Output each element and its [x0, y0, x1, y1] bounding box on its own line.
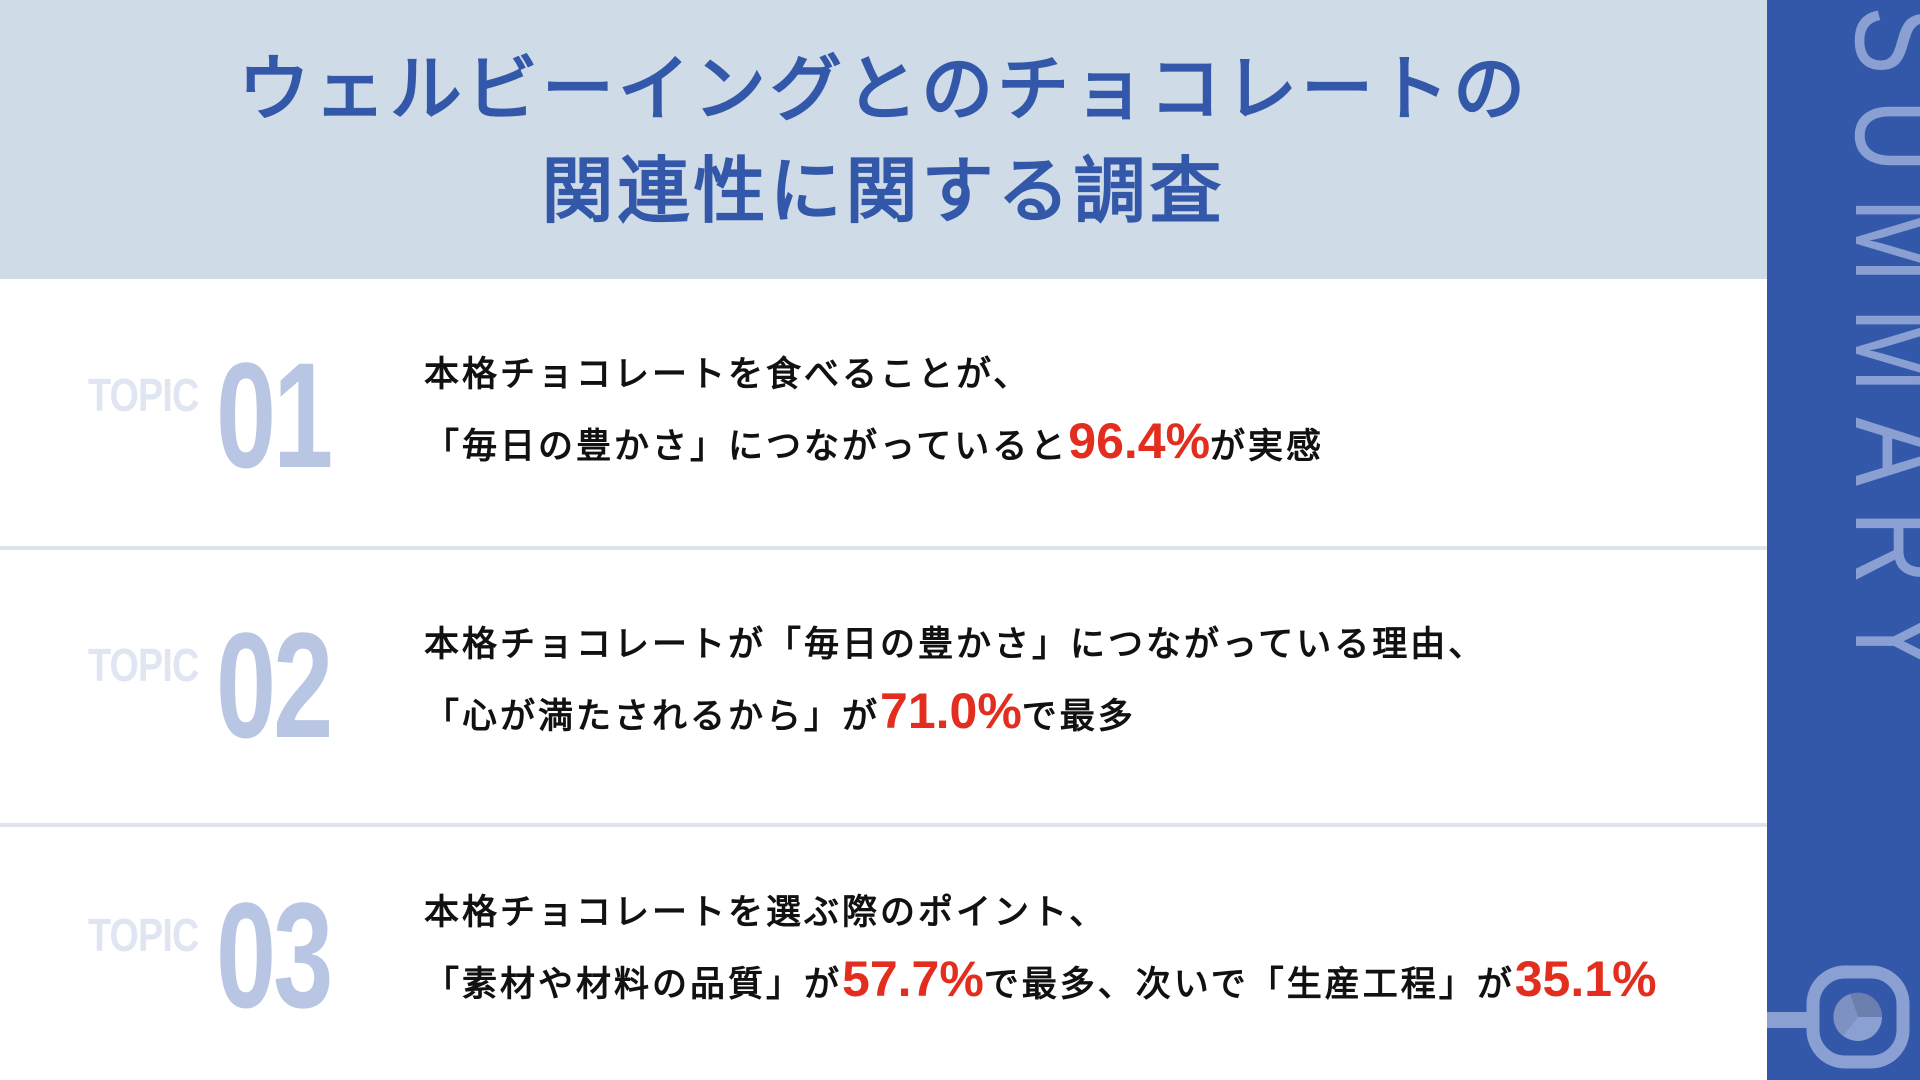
divider-1 — [0, 546, 1767, 550]
topic-02-line-2: 「心が満たされるから」が71.0%で最多 — [424, 678, 1486, 750]
topic-03-line-2-text: 「素材や材料の品質」が — [424, 965, 843, 1005]
topic-01-line-2-text: 「毎日の豊かさ」につながっていると — [424, 427, 1069, 467]
topic-02-line-2-suffix: で最多 — [1021, 697, 1136, 737]
topic-01-line-2: 「毎日の豊かさ」につながっていると96.4%が実感 — [424, 408, 1324, 480]
topic-number-01: 01 — [216, 331, 333, 499]
topic-01-line-2-suffix: が実感 — [1210, 427, 1325, 467]
topic-03-line-1: 本格チョコレートを選ぶ際のポイント、 — [424, 893, 1108, 933]
topic-number-02: 02 — [216, 601, 333, 769]
topic-label-03: TOPIC — [88, 909, 199, 961]
topic-02-line-1: 本格チョコレートが「毎日の豊かさ」につながっている理由、 — [424, 625, 1487, 665]
topic-03-percentage-2: 35.1% — [1514, 951, 1657, 1007]
topic-01-percentage: 96.4% — [1068, 413, 1211, 469]
title-line-2: 関連性に関する調査 — [541, 149, 1226, 233]
topic-03-line-2-middle: で最多、次いで「生産工程」が — [983, 965, 1515, 1005]
icon-handle — [1767, 1012, 1807, 1028]
topic-text-02: 本格チョコレートが「毎日の豊かさ」につながっている理由、 「心が満たされるから」… — [424, 612, 1486, 750]
topic-02-line-2-text: 「心が満たされるから」が — [424, 697, 881, 737]
pie-chart-search-icon — [1767, 965, 1910, 1069]
topic-03-percentage-1: 57.7% — [842, 951, 984, 1007]
title-line-1: ウェルビーイングとのチョコレートの — [237, 47, 1530, 131]
topic-text-01: 本格チョコレートを食べることが、 「毎日の豊かさ」につながっていると96.4%が… — [424, 342, 1324, 480]
topic-01-line-1: 本格チョコレートを食べることが、 — [424, 355, 1032, 395]
topic-label-02: TOPIC — [88, 639, 199, 691]
page-title: ウェルビーイングとのチョコレートの 関連性に関する調査 — [0, 38, 1767, 242]
topic-number-03: 03 — [216, 871, 333, 1039]
summary-label: SUMMARY — [1828, 6, 1920, 700]
topic-text-03: 本格チョコレートを選ぶ際のポイント、 「素材や材料の品質」が57.7%で最多、次… — [424, 880, 1657, 1018]
topic-label-01: TOPIC — [88, 369, 199, 421]
divider-2 — [0, 823, 1767, 827]
topic-02-percentage: 71.0% — [880, 683, 1022, 739]
topic-03-line-2: 「素材や材料の品質」が57.7%で最多、次いで「生産工程」が35.1% — [424, 946, 1657, 1018]
header-banner: ウェルビーイングとのチョコレートの 関連性に関する調査 — [0, 0, 1767, 279]
